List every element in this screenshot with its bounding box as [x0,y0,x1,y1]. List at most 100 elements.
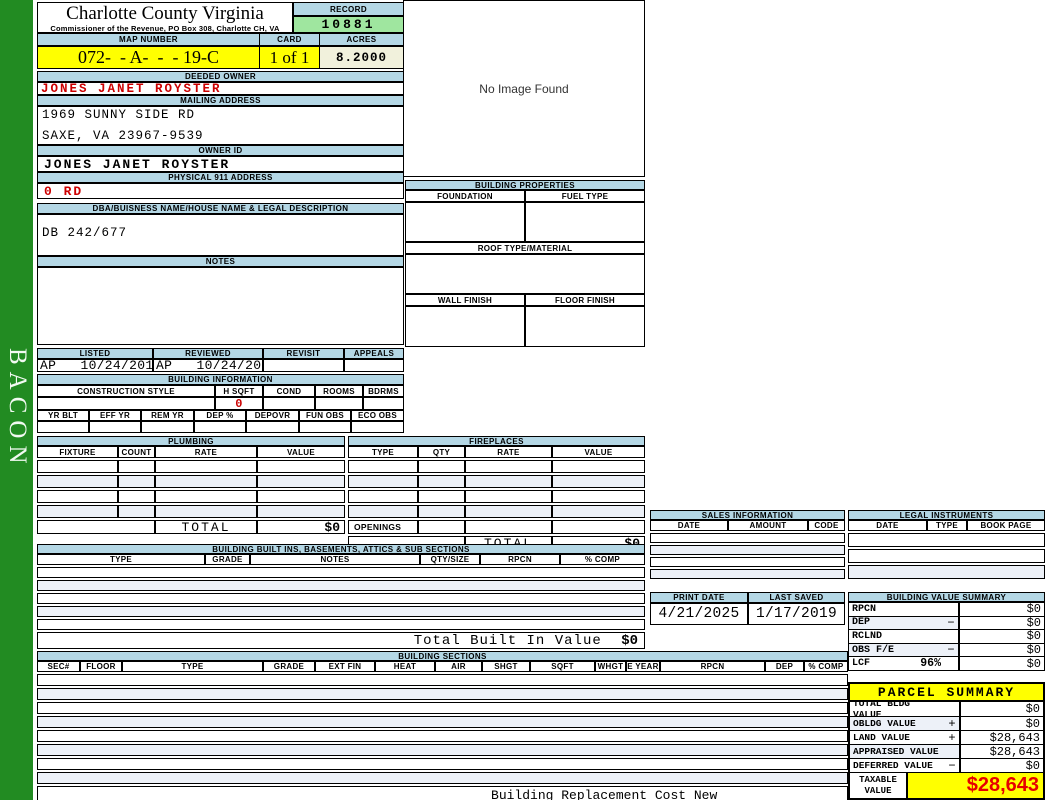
fp-rate-label: RATE [465,446,552,458]
card-value: 1 of 1 [259,46,320,69]
value-summary-row: RPCN $0 [849,602,1044,616]
value-label: VALUE [257,446,345,458]
sale-amount-label: AMOUNT [728,520,808,531]
appraised-value: $28,643 [959,745,1043,759]
district-label: BACON [4,348,31,471]
value-summary-row: OBS F/E − $0 [849,642,1044,657]
empty-cell [37,397,215,410]
lcf-op [944,657,958,670]
wall-finish-label: WALL FINISH [405,294,525,306]
sec-dep-label: DEP [765,661,804,672]
effyr-label: EFF YR [89,410,141,421]
fireplaces-row [348,505,645,518]
appraised-op [945,745,959,758]
parcel-row: DEFERRED VALUE − $0 [850,758,1043,773]
empty-cell [348,475,418,488]
bi-rpcn-label: RPCN [480,554,560,565]
fp-type-label: TYPE [348,446,418,458]
plumbing-total-row: TOTAL $0 [37,520,345,535]
fireplaces-row [348,490,645,503]
fireplaces-headers: TYPE QTY RATE VALUE [348,446,645,458]
rpcn-value: $0 [958,602,1044,616]
rooms-label: ROOMS [315,385,363,397]
sec-heat-label: HEAT [375,661,435,672]
legal-description-box: DB 242/677 [37,214,404,256]
built-ins-total-row: Total Built In Value $0 [37,632,645,649]
empty-cell [418,475,465,488]
bi-notes-label: NOTES [250,554,420,565]
legal-headers: DATE TYPE BOOK PAGE [848,520,1045,531]
plumbing-table: PLUMBING FIXTURE COUNT RATE VALUE TOTAL … [37,436,345,535]
sidebar-district-band: BACON [0,0,33,800]
built-ins-table: BUILDING BUILT INS, BASEMENTS, ATTICS & … [37,544,645,649]
mailing-address-line2: SAXE, VA 23967-9539 [42,129,204,143]
sale-code-label: CODE [808,520,845,531]
legal-row [848,549,1045,563]
parcel-row: TOTAL BLDG VALUE $0 [850,698,1043,720]
empty-cell [418,520,465,534]
lcf-percent: 96% [920,657,941,671]
physical-address-label: PHYSICAL 911 ADDRESS [37,172,404,183]
dates-values: 4/21/2025 1/17/2019 [650,603,845,625]
funobs-label: FUN OBS [299,410,351,421]
building-sections-row [37,716,848,728]
building-info-headers-2: YR BLT EFF YR REM YR DEP % DEPOVR FUN OB… [37,410,404,421]
built-ins-row [37,567,645,578]
sales-headers: DATE AMOUNT CODE [650,520,845,531]
lcf-label: LCF [852,658,871,670]
acres-value: 8.2000 [319,46,404,69]
building-sections-title: BUILDING SECTIONS [37,651,848,661]
fuel-type-label: FUEL TYPE [525,190,645,202]
dep-sum-op: − [944,616,958,630]
building-properties-title: BUILDING PROPERTIES [405,180,645,190]
building-sections-row [37,730,848,742]
parcel-row: OBLDG VALUE + $0 [850,716,1043,731]
roof-header: ROOF TYPE/MATERIAL [405,242,645,254]
empty-cell [418,490,465,503]
ecoobs-label: ECO OBS [351,410,404,421]
legal-row [848,565,1045,579]
fp-qty-label: QTY [418,446,465,458]
legal-instruments-title: LEGAL INSTRUMENTS [848,510,1045,520]
sec-whgt-label: WHGT [595,661,626,672]
fireplaces-openings-row: OPENINGS [348,520,645,534]
count-label: COUNT [118,446,155,458]
empty-cell [552,490,645,503]
built-ins-row [37,619,645,630]
property-photo-placeholder: No Image Found [403,0,645,177]
foundation-fuel-values [405,202,645,242]
visit-history-values: AP 10/24/2018 AP 10/24/2018 [37,358,404,373]
building-value-summary-title: BUILDING VALUE SUMMARY [849,592,1044,602]
sec-rpcn-label: RPCN [660,661,765,672]
built-ins-row [37,593,645,604]
map-number-label: MAP NUMBER [37,33,260,46]
floor-finish-value [525,306,645,347]
building-info-headers-1: CONSTRUCTION STYLE H SQFT COND ROOMS BDR… [37,385,404,397]
legal-description-value: DB 242/677 [42,226,128,240]
obs-value: $0 [958,643,1044,657]
fp-value-label: VALUE [552,446,645,458]
empty-cell [194,421,246,433]
built-ins-headers: TYPE GRADE NOTES QTY/SIZE RPCN % COMP [37,554,645,565]
value-summary-row: DEP − $0 [849,615,1044,630]
building-sections-row [37,674,848,686]
mailing-address-line1: 1969 SUNNY SIDE RD [42,108,196,122]
acres-label: ACRES [319,33,404,46]
empty-cell [257,505,345,518]
record-label: RECORD [293,2,404,16]
land-value-label: LAND VALUE [853,732,911,743]
empty-cell [348,505,418,518]
built-ins-total-value: $0 [621,633,638,649]
building-value-summary: BUILDING VALUE SUMMARY RPCN $0 DEP − $0 … [848,592,1045,671]
revisit-value [263,359,344,372]
lcf-value: $0 [958,657,1044,671]
bdrms-label: BDRMS [363,385,404,397]
building-information-title: BUILDING INFORMATION [37,374,404,385]
empty-cell [552,505,645,518]
building-properties-table: BUILDING PROPERTIES FOUNDATION FUEL TYPE… [405,180,645,347]
bi-qtysize-label: QTY/SIZE [420,554,480,565]
record-value: 10881 [293,16,404,33]
appraised-label: APPRAISED VALUE [853,746,939,757]
bi-comp-label: % COMP [560,554,645,565]
sec-grade-label: GRADE [263,661,315,672]
